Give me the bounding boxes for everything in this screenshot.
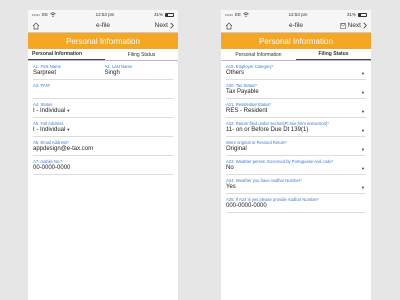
- chevron-right-icon: [363, 22, 367, 29]
- caret-down-icon: ▼: [361, 166, 365, 171]
- pan-field[interactable]: A3. PAN*: [33, 83, 173, 98]
- aadhar-number-field[interactable]: A25. If A24 is yes please provide Aadhar…: [226, 197, 366, 212]
- name-row: A1. First Name Sarpreet A2. Last Name Si…: [33, 61, 173, 80]
- mobile-field[interactable]: A7. mobile No.* 00-0000-0000: [33, 159, 173, 174]
- original-revised-row: Were original or Revised Return* Origina…: [226, 137, 366, 156]
- status-row: A4. Status I - Individual▼: [33, 99, 173, 118]
- field-value: appdesign@e-tax.com: [33, 146, 94, 152]
- portuguese-select[interactable]: A23. Weather person Governed by Portugue…: [226, 159, 366, 174]
- wifi-icon: [243, 12, 249, 17]
- next-label: Next: [154, 22, 168, 29]
- field-value: 00-0000-0000: [33, 165, 71, 171]
- field-value: Yes: [226, 184, 236, 190]
- aadhar-row: A24. Weather you have Aadhar Number* Yes…: [226, 175, 366, 194]
- phone-screen-personal: ••••• EE 12:53 pm 31% e-file Next Person…: [28, 10, 178, 300]
- field-value: 11- on or Before Due Dt 139(1): [226, 127, 309, 133]
- aadhar-number-row: A25. If A24 is yes please provide Aadhar…: [226, 194, 366, 213]
- email-row: A6. Email Address* appdesign@e-tax.com: [33, 137, 173, 156]
- status-bar: ••••• EE 12:53 pm 31%: [221, 10, 371, 19]
- residential-status-select[interactable]: A21. Residential Status* RES - Resident …: [226, 102, 366, 117]
- nav-bar: e-file Next: [28, 19, 178, 33]
- return-filed-row: A22. Return filed under section[Pl see f…: [226, 118, 366, 137]
- next-button[interactable]: Next: [348, 22, 367, 29]
- field-value: Singh: [104, 70, 120, 76]
- last-name-field[interactable]: A2. Last Name Singh: [105, 64, 174, 79]
- caret-down-icon: ▼: [361, 128, 365, 133]
- filing-form: A19. Employer Category* Others ▼ A20. Ta…: [221, 61, 371, 213]
- email-field[interactable]: A6. Email Address* appdesign@e-tax.com: [33, 140, 173, 155]
- field-value: I - Individual: [33, 127, 66, 133]
- next-button[interactable]: Next: [155, 22, 174, 29]
- signal-icon: •••••: [225, 12, 234, 17]
- field-value: I - Individual: [33, 108, 66, 114]
- tax-status-row: A20. Tax Status* Tax Payable ▼: [226, 80, 366, 99]
- mobile-row: A7. mobile No.* 00-0000-0000: [33, 156, 173, 175]
- aadhar-select[interactable]: A24. Weather you have Aadhar Number* Yes…: [226, 178, 366, 193]
- tab-filing-status[interactable]: Filing Status: [296, 49, 371, 60]
- battery-icon: [165, 12, 174, 17]
- battery-percent: 31%: [346, 12, 356, 17]
- clock: 12:53 pm: [95, 12, 115, 17]
- full-address-select[interactable]: A5. Full Address I - Individual▼: [33, 121, 173, 136]
- caret-down-icon: ▼: [361, 147, 365, 152]
- pan-row: A3. PAN*: [33, 80, 173, 99]
- tab-bar: Personal Information Filing Status: [28, 49, 178, 61]
- field-label: A3. PAN*: [33, 83, 51, 88]
- residential-status-row: A21. Residential Status* RES - Resident …: [226, 99, 366, 118]
- personal-form: A1. First Name Sarpreet A2. Last Name Si…: [28, 61, 178, 175]
- section-banner: Personal Information: [28, 33, 178, 49]
- carrier-label: EE: [42, 12, 49, 17]
- employer-category-select[interactable]: A19. Employer Category* Others ▼: [226, 64, 366, 79]
- section-banner: Personal Information: [221, 33, 371, 49]
- field-value: No: [226, 165, 234, 171]
- status-bar: ••••• EE 12:53 pm 31%: [28, 10, 178, 19]
- address-row: A5. Full Address I - Individual▼: [33, 118, 173, 137]
- first-name-field[interactable]: A1. First Name Sarpreet: [33, 64, 102, 79]
- home-icon[interactable]: [32, 22, 40, 30]
- field-value: Original: [226, 146, 247, 152]
- caret-down-icon: ▼: [361, 185, 365, 190]
- status-select[interactable]: A4. Status I - Individual▼: [33, 102, 173, 117]
- caret-down-icon: ▼: [66, 108, 71, 113]
- carrier-label: EE: [235, 12, 242, 17]
- battery-percent: 31%: [153, 12, 163, 17]
- tab-personal-information[interactable]: Personal Information: [28, 49, 105, 60]
- portuguese-row: A23. Weather person Governed by Portugue…: [226, 156, 366, 175]
- field-value: Sarpreet: [33, 70, 57, 76]
- clock: 12:53 pm: [288, 12, 308, 17]
- field-value: RES - Resident: [226, 108, 268, 114]
- tab-filing-status[interactable]: Filing Status: [105, 49, 178, 60]
- tab-personal-information[interactable]: Personal Information: [221, 49, 296, 60]
- signal-icon: •••••: [32, 12, 41, 17]
- phone-screen-filing: ••••• EE 12:53 pm 31% e-file Next Person…: [221, 10, 371, 300]
- field-value: Others: [226, 70, 245, 76]
- battery-icon: [358, 12, 367, 17]
- caret-down-icon: ▼: [361, 71, 365, 76]
- caret-down-icon: ▼: [66, 127, 71, 132]
- return-filed-select[interactable]: A22. Return filed under section[Pl see f…: [226, 121, 366, 136]
- employer-category-row: A19. Employer Category* Others ▼: [226, 61, 366, 80]
- tab-bar: Personal Information Filing Status: [221, 49, 371, 61]
- field-value: Tax Payable: [226, 89, 259, 95]
- original-revised-select[interactable]: Were original or Revised Return* Origina…: [226, 140, 366, 155]
- nav-bar: e-file Next: [221, 19, 371, 33]
- save-icon[interactable]: [339, 22, 346, 29]
- next-label: Next: [347, 22, 361, 29]
- chevron-right-icon: [170, 22, 174, 29]
- caret-down-icon: ▼: [361, 90, 365, 95]
- wifi-icon: [50, 12, 56, 17]
- caret-down-icon: ▼: [361, 109, 365, 114]
- home-icon[interactable]: [225, 22, 233, 30]
- field-value: 000-0000-0000: [226, 203, 267, 209]
- tax-status-select[interactable]: A20. Tax Status* Tax Payable ▼: [226, 83, 366, 98]
